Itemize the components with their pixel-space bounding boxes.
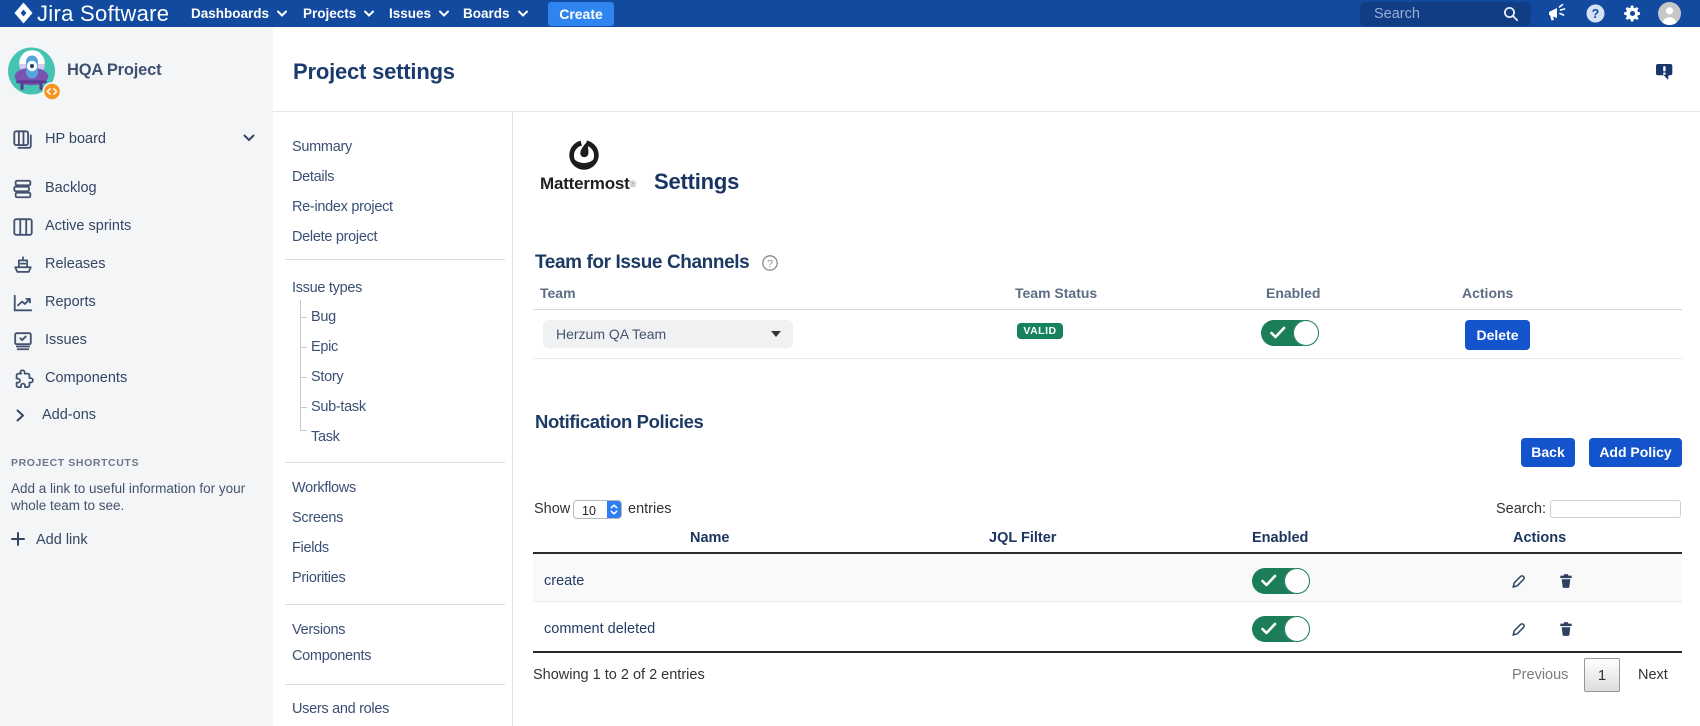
svg-text:?: ?	[1592, 7, 1600, 21]
svg-text:?: ?	[767, 258, 773, 270]
